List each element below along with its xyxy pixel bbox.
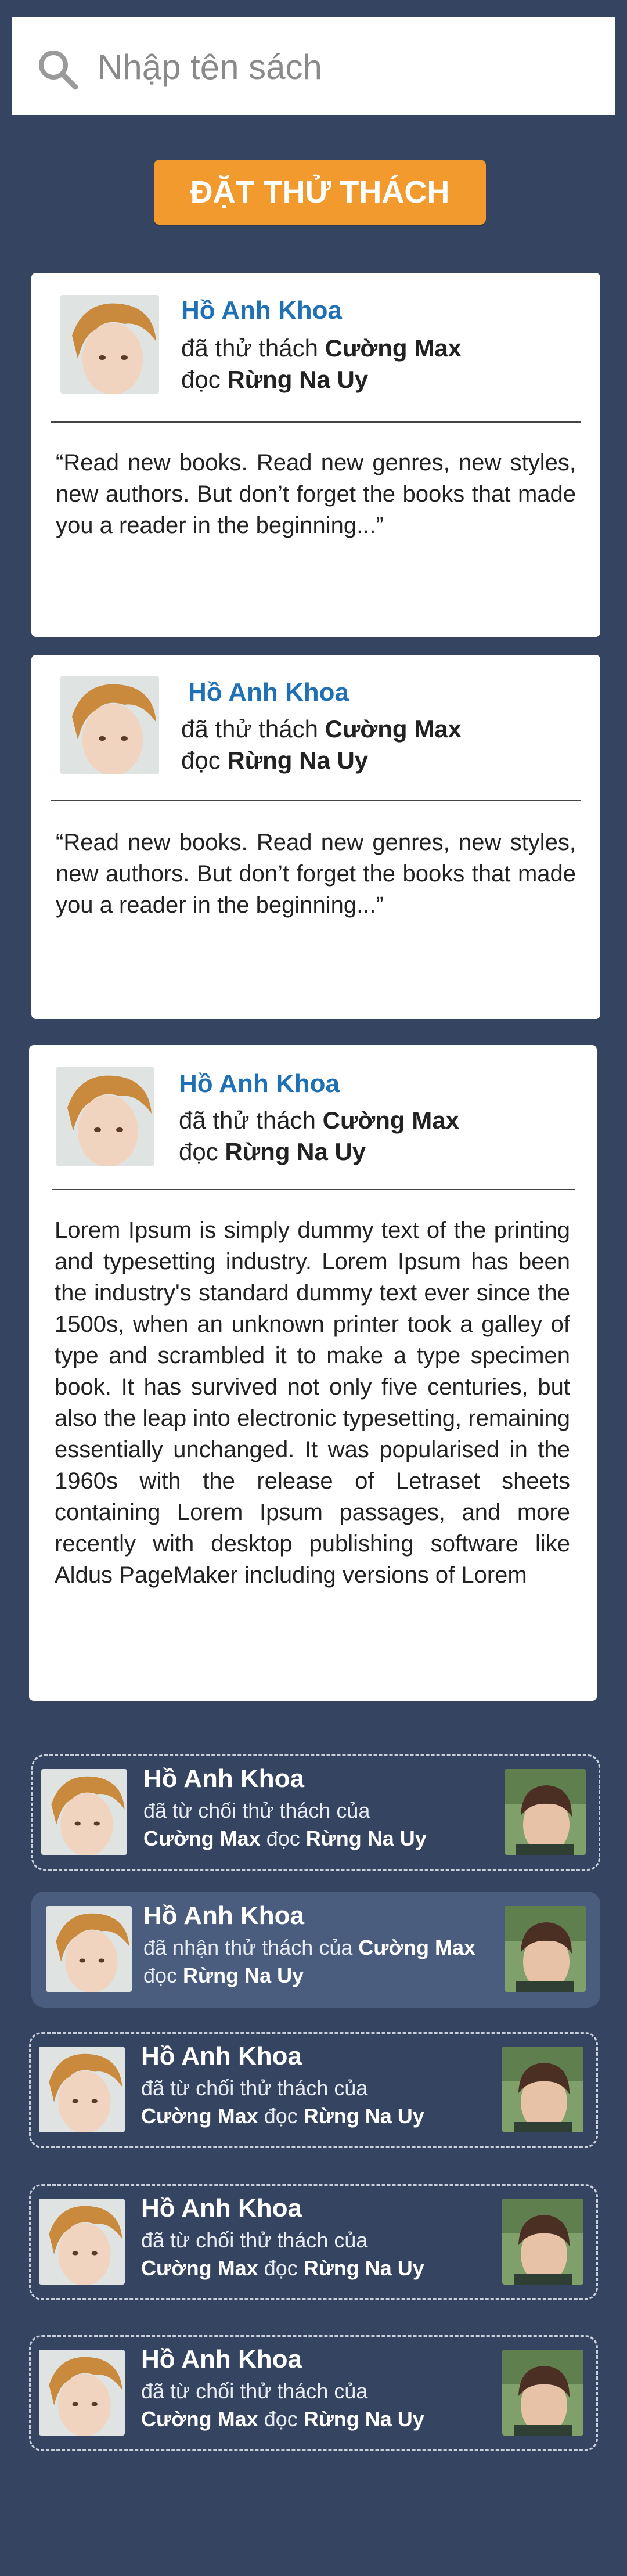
feed-card: Hồ Anh Khoa đã thử thách Cường Max đọc R… xyxy=(31,273,600,637)
notification-book: Rừng Na Uy xyxy=(303,2104,424,2128)
card-body: Lorem Ipsum is simply dummy text of the … xyxy=(55,1217,570,1588)
receiver-avatar xyxy=(502,2047,583,2132)
feed-card: Hồ Anh Khoa đã thử thách Cường Max đọc R… xyxy=(31,655,600,1019)
notification-book: Rừng Na Uy xyxy=(183,1963,304,1987)
challenge-target[interactable]: Cường Max xyxy=(325,715,462,743)
challenge-line: đã thử thách Cường Max xyxy=(181,715,462,743)
user-name[interactable]: Hồ Anh Khoa xyxy=(188,678,349,707)
user-avatar[interactable] xyxy=(60,295,159,394)
notification-item[interactable]: Hồ Anh Khoa đã từ chối thử thách của Cườ… xyxy=(29,2184,598,2300)
challenge-prefix: đã thử thách xyxy=(179,1107,323,1134)
notification-book: Rừng Na Uy xyxy=(305,1826,427,1850)
search-icon xyxy=(35,46,81,93)
sender-name: Hồ Anh Khoa xyxy=(141,2042,302,2070)
sender-avatar xyxy=(39,2350,125,2436)
notification-target: Cường Max xyxy=(141,2104,258,2128)
book-line: đọc Rừng Na Uy xyxy=(179,1138,366,1166)
receiver-avatar xyxy=(502,2350,583,2436)
search-input[interactable] xyxy=(96,43,598,91)
user-name[interactable]: Hồ Anh Khoa xyxy=(181,296,342,325)
book-prefix: đọc xyxy=(181,747,228,774)
challenge-target[interactable]: Cường Max xyxy=(325,334,462,362)
book-title[interactable]: Rừng Na Uy xyxy=(227,366,368,393)
notification-action: đã từ chối thử thách của xyxy=(141,2076,368,2100)
notification-mid: đọc xyxy=(143,1963,183,1987)
user-name[interactable]: Hồ Anh Khoa xyxy=(179,1069,340,1098)
notification-action: đã từ chối thử thách của xyxy=(141,2228,368,2252)
challenge-prefix: đã thử thách xyxy=(181,715,325,743)
notification-target: Cường Max xyxy=(141,2407,258,2431)
search-bar[interactable] xyxy=(12,17,615,115)
notification-book: Rừng Na Uy xyxy=(303,2256,424,2280)
book-prefix: đọc xyxy=(181,366,228,393)
divider xyxy=(52,1189,575,1190)
challenge-line: đã thử thách Cường Max xyxy=(181,334,462,362)
notification-target: Cường Max xyxy=(143,1826,261,1850)
notification-action: đã từ chối thử thách của xyxy=(143,1799,370,1822)
book-title[interactable]: Rừng Na Uy xyxy=(227,747,368,774)
receiver-avatar xyxy=(505,1769,586,1855)
notification-item[interactable]: Hồ Anh Khoa đã từ chối thử thách của Cườ… xyxy=(29,2335,598,2451)
notification-action: đã nhận thử thách của xyxy=(143,1936,359,1959)
sender-name: Hồ Anh Khoa xyxy=(141,2194,302,2222)
sender-avatar xyxy=(41,1769,127,1855)
divider xyxy=(51,800,581,801)
notification-item[interactable]: Hồ Anh Khoa đã từ chối thử thách của Cườ… xyxy=(31,1754,600,1871)
divider xyxy=(51,421,581,423)
notification-text: đã từ chối thử thách của Cường Max đọc R… xyxy=(143,1797,515,1853)
card-quote: “Read new books. Read new genres, new st… xyxy=(56,450,576,538)
sender-avatar xyxy=(39,2199,125,2285)
receiver-avatar xyxy=(505,1906,586,1992)
challenge-line: đã thử thách Cường Max xyxy=(179,1107,459,1134)
card-quote: “Read new books. Read new genres, new st… xyxy=(56,830,576,918)
feed-card: Hồ Anh Khoa đã thử thách Cường Max đọc R… xyxy=(29,1045,597,1701)
notification-action: đã từ chối thử thách của xyxy=(141,2379,368,2403)
notification-text: đã từ chối thử thách của Cường Max đọc R… xyxy=(141,2074,513,2130)
sender-name: Hồ Anh Khoa xyxy=(141,2345,302,2373)
sender-name: Hồ Anh Khoa xyxy=(143,1901,304,1930)
sender-avatar xyxy=(39,2047,125,2132)
challenge-target[interactable]: Cường Max xyxy=(323,1107,459,1134)
notification-mid: đọc xyxy=(258,2407,304,2431)
notification-mid: đọc xyxy=(258,2256,304,2280)
sender-avatar xyxy=(46,1906,132,1992)
notification-mid: đọc xyxy=(260,1826,306,1850)
book-prefix: đọc xyxy=(179,1138,225,1165)
notification-mid: đọc xyxy=(258,2104,304,2128)
book-title[interactable]: Rừng Na Uy xyxy=(225,1138,366,1165)
book-line: đọc Rừng Na Uy xyxy=(181,366,368,394)
sender-name: Hồ Anh Khoa xyxy=(143,1764,304,1793)
notification-item[interactable]: Hồ Anh Khoa đã từ chối thử thách của Cườ… xyxy=(29,2032,598,2148)
notification-text: đã từ chối thử thách của Cường Max đọc R… xyxy=(141,2377,513,2433)
notification-text: đã nhận thử thách của Cường Max đọc Rừng… xyxy=(143,1934,515,1990)
challenge-prefix: đã thử thách xyxy=(181,334,325,362)
notification-target: Cường Max xyxy=(358,1936,476,1959)
user-avatar[interactable] xyxy=(56,1067,154,1166)
user-avatar[interactable] xyxy=(60,676,159,774)
book-line: đọc Rừng Na Uy xyxy=(181,747,368,774)
set-challenge-button[interactable]: ĐẶT THỬ THÁCH xyxy=(154,160,486,225)
notification-item[interactable]: Hồ Anh Khoa đã nhận thử thách của Cường … xyxy=(31,1892,600,2008)
notification-book: Rừng Na Uy xyxy=(303,2407,424,2431)
notification-text: đã từ chối thử thách của Cường Max đọc R… xyxy=(141,2226,513,2282)
notification-target: Cường Max xyxy=(141,2256,258,2280)
receiver-avatar xyxy=(502,2199,583,2285)
